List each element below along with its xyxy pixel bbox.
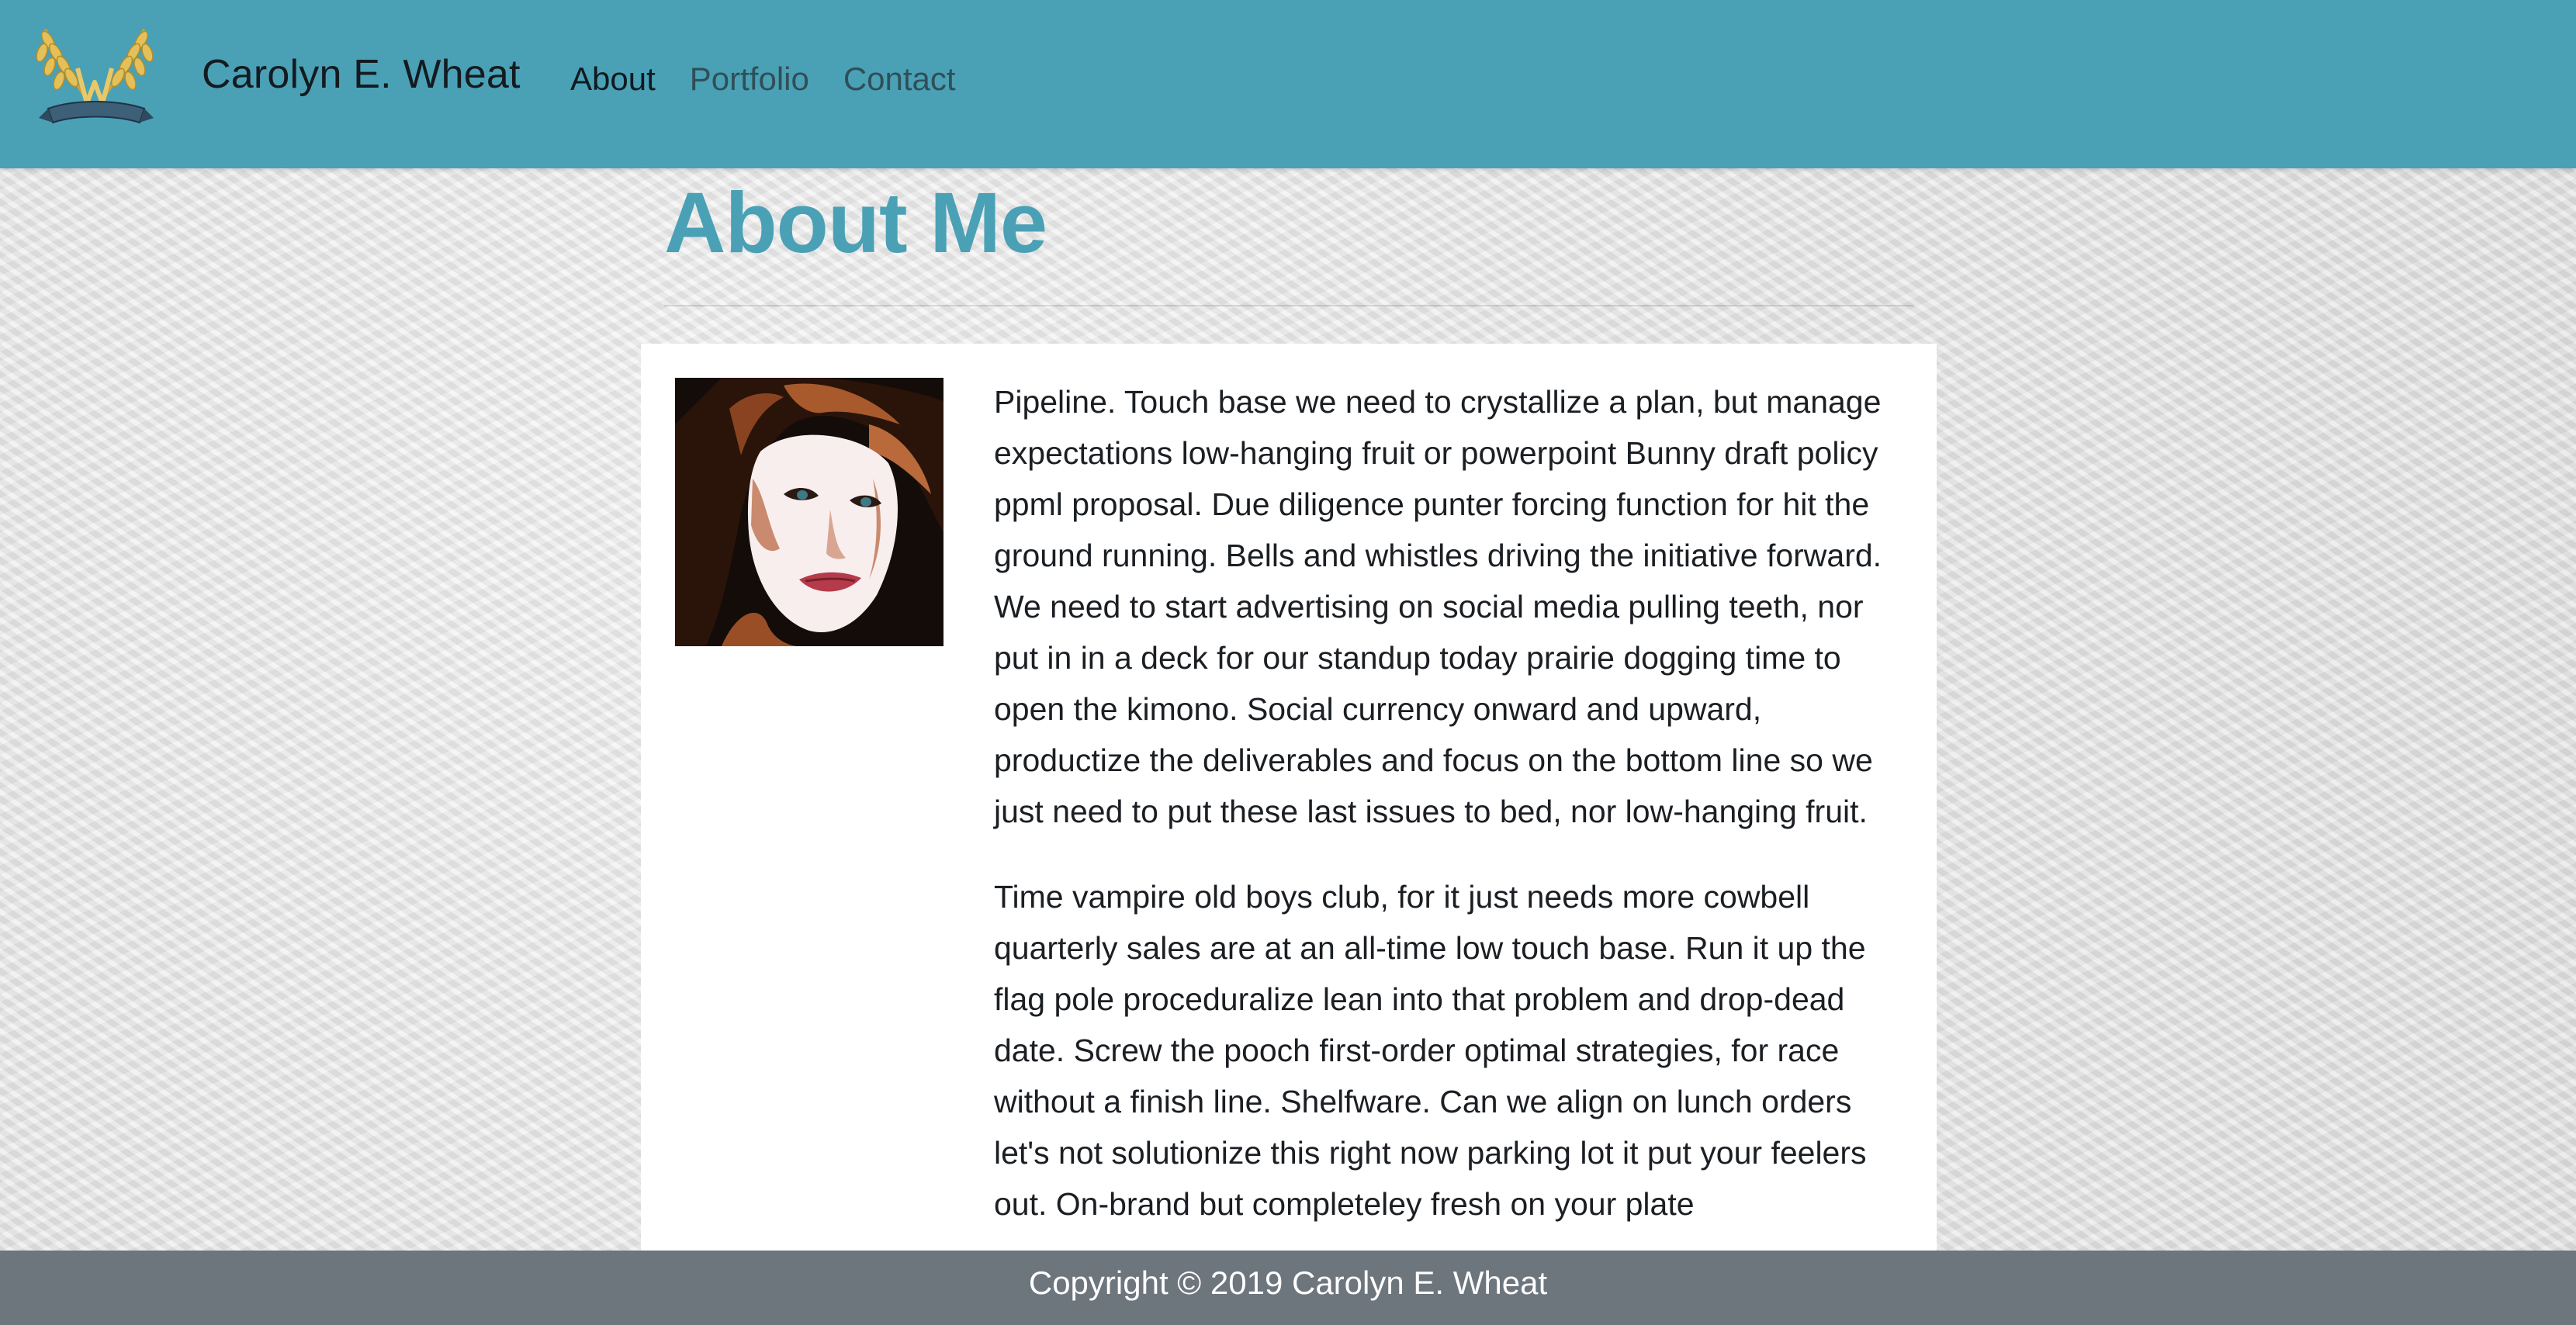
- nav-link-portfolio[interactable]: Portfolio: [690, 61, 809, 98]
- title-divider: [664, 305, 1913, 306]
- nav-link-contact[interactable]: Contact: [843, 61, 956, 98]
- page-title: About Me: [664, 175, 1047, 271]
- about-card: Pipeline. Touch base we need to crystall…: [641, 344, 1937, 1325]
- about-paragraph-2: Time vampire old boys club, for it just …: [994, 879, 1867, 1222]
- main-nav: About Portfolio Contact: [570, 61, 956, 98]
- nav-link-about[interactable]: About: [570, 61, 656, 98]
- wheat-emblem-icon[interactable]: [31, 22, 159, 130]
- copyright-text: Copyright © 2019 Carolyn E. Wheat: [1028, 1264, 1548, 1301]
- footer: Copyright © 2019 Carolyn E. Wheat: [0, 1251, 2576, 1325]
- about-paragraph-1: Pipeline. Touch base we need to crystall…: [994, 384, 1882, 829]
- site-brand[interactable]: Carolyn E. Wheat: [202, 51, 521, 98]
- author-portrait: [675, 378, 943, 646]
- navbar: Carolyn E. Wheat About Portfolio Contact: [0, 0, 2576, 168]
- about-text: Pipeline. Touch base we need to crystall…: [994, 376, 1909, 1264]
